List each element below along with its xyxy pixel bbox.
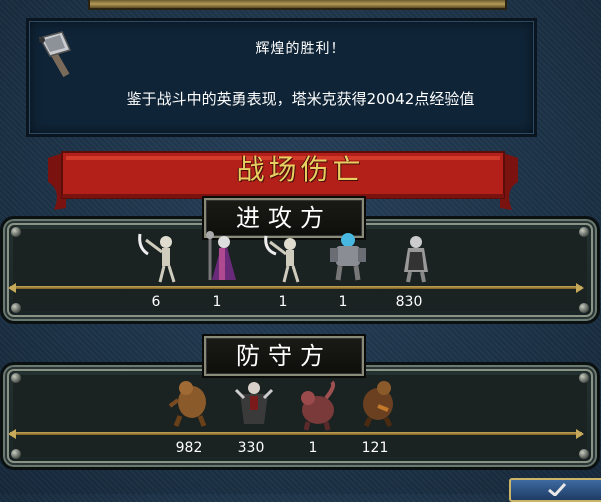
attacker-count: 6 <box>151 294 161 310</box>
lich-icon <box>206 231 236 280</box>
defender-count: 982 <box>175 440 203 456</box>
message-title: 辉煌的胜利！ <box>255 41 346 57</box>
defender-label: 防守方 <box>202 334 366 378</box>
attacker-count: 1 <box>212 294 222 310</box>
top-frame <box>88 0 507 10</box>
attacker-rail <box>10 286 582 289</box>
defender-rail <box>10 432 582 435</box>
attacker-count: 830 <box>395 294 423 310</box>
message-box <box>26 18 537 137</box>
attacker-count: 1 <box>278 294 288 310</box>
defender-count: 1 <box>308 440 318 456</box>
skeleton-warrior-icon <box>138 233 176 283</box>
troglodyte-icon <box>168 381 207 427</box>
banner-title: 战场伤亡 <box>236 153 365 186</box>
dark-knight-icon <box>404 236 428 283</box>
ok-button[interactable] <box>509 478 601 502</box>
armored-knight-icon <box>330 233 366 281</box>
beast-icon <box>363 381 393 428</box>
defender-count: 330 <box>237 440 265 456</box>
vampire-icon <box>234 382 274 424</box>
message-body: 鉴于战斗中的英勇表现，塔米克获得20042点经验值 <box>126 90 475 108</box>
defender-count: 121 <box>361 440 389 456</box>
attacker-count: 1 <box>338 294 348 310</box>
skeleton-icon <box>264 235 300 283</box>
manticore-icon <box>301 380 336 431</box>
